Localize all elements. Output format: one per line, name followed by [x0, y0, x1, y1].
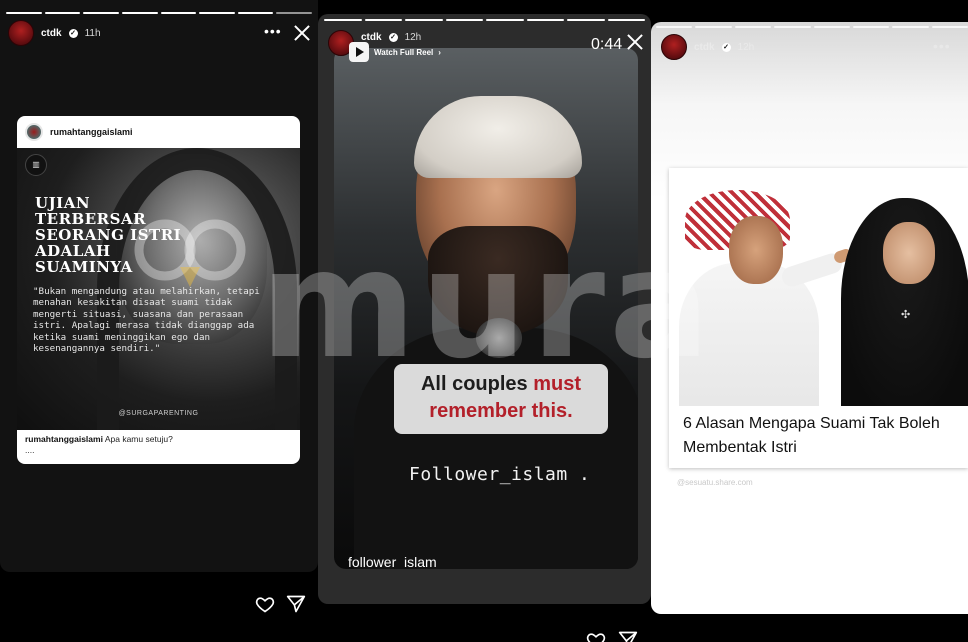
- close-icon[interactable]: [627, 34, 643, 50]
- card-username[interactable]: rumahtanggaislami: [50, 127, 133, 137]
- username[interactable]: ctdk: [41, 28, 62, 39]
- verified-icon: ✓: [68, 28, 78, 38]
- caption-text: Apa kamu setuju?: [104, 434, 173, 444]
- caption-username[interactable]: rumahtanggaislami: [25, 434, 103, 444]
- story-progress-bar: [6, 12, 312, 14]
- reel-footer-handle[interactable]: follower_islam: [348, 554, 437, 569]
- article-title: 6 Alasan Mengapa Suami Tak Boleh Membent…: [683, 415, 940, 456]
- verified-icon: ✓: [388, 32, 398, 42]
- chevron-right-icon: ›: [438, 47, 441, 57]
- watermark-owl-icon: [134, 219, 246, 287]
- send-icon[interactable]: [618, 630, 638, 642]
- timestamp: 12h: [404, 31, 422, 43]
- timestamp: 12h: [737, 41, 755, 53]
- play-icon: [349, 42, 369, 62]
- speaker-cap-image: [414, 96, 582, 178]
- username[interactable]: ctdk: [361, 32, 382, 43]
- more-icon[interactable]: •••: [933, 38, 951, 54]
- watch-full-reel-label: Watch Full Reel: [374, 47, 434, 57]
- timestamp: 11h: [84, 27, 101, 39]
- reel-handle-overlay: Follower_islam .: [409, 464, 591, 485]
- story-progress-bar: [324, 19, 645, 21]
- heart-icon[interactable]: [255, 594, 275, 614]
- more-icon[interactable]: •••: [264, 23, 282, 39]
- verified-icon: ✓: [721, 42, 731, 52]
- woman-face-image: [883, 222, 935, 284]
- avatar[interactable]: [661, 34, 687, 60]
- caption-more[interactable]: ....: [25, 445, 34, 455]
- card-caption: rumahtanggaislami Apa kamu setuju? ....: [25, 434, 295, 456]
- username[interactable]: ctdk: [694, 42, 715, 53]
- watch-full-reel-link[interactable]: Watch Full Reel ›: [349, 42, 441, 62]
- avatar[interactable]: [8, 20, 34, 46]
- story-header: ctdk ✓ 11h: [8, 20, 101, 46]
- card-header: rumahtanggaislami: [17, 116, 300, 148]
- brand-logo-icon: ▥: [25, 154, 47, 176]
- embroidery-icon: ✣: [901, 309, 911, 321]
- story-header: ctdk ✓ 12h: [661, 34, 754, 60]
- video-timer: 0:44: [591, 36, 623, 53]
- watermark-text: mura: [260, 218, 715, 392]
- send-icon[interactable]: [286, 594, 306, 614]
- post-credit: @SURGAPARENTING: [118, 410, 199, 417]
- overlay-text-emphasis: remember this.: [429, 400, 573, 422]
- close-icon[interactable]: [294, 25, 310, 41]
- man-face-image: [729, 216, 783, 284]
- avatar[interactable]: [25, 123, 43, 141]
- story-progress-bar: [656, 26, 968, 28]
- heart-icon[interactable]: [586, 630, 606, 642]
- faint-credit: @sesuatu.share.com: [677, 478, 753, 487]
